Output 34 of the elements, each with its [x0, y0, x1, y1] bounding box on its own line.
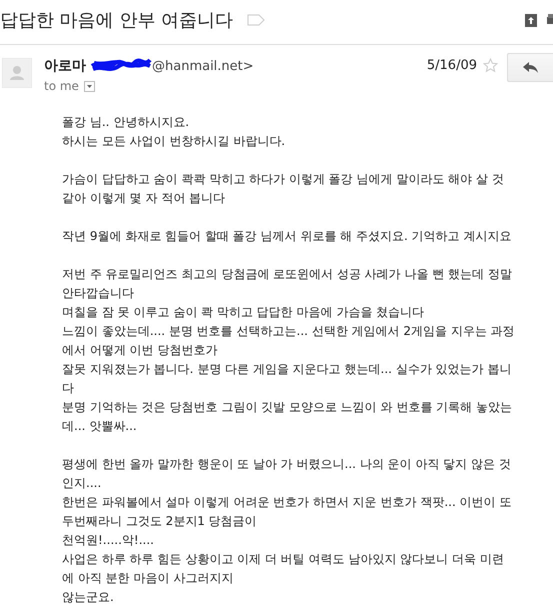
reply-icon [522, 62, 538, 74]
body-text-line: 느낌이 좋았는데.... 분명 번호를 선택하고는... 선택한 게임에서 2게임을 지우는 과정 [62, 323, 515, 340]
sender-email: @hanmail.net> [152, 58, 254, 74]
dropdown-icon[interactable] [84, 80, 95, 92]
body-text-line: 저번 주 유로밀리언즈 최고의 당첨금에 로또윈에서 성공 사례가 나올 뻔 했는데 정말 [62, 266, 512, 283]
reply-button[interactable] [507, 53, 553, 82]
email-date: 5/16/09 [426, 58, 477, 73]
body-text-line: 두번째라니 그것도 2분지1 당첨금이 [62, 513, 257, 530]
body-text-line: 잘못 지워졌는가 봅니다. 분명 다른 게임을 지운다고 했는데... 실수가 있었는가 봅니 [62, 361, 512, 378]
body-text-line: 인지.... [62, 475, 102, 492]
avatar-icon [2, 58, 32, 88]
body-text-line: 하시는 모든 사업이 번창하시길 바랍니다. [62, 133, 286, 150]
body-text-line: 사업은 하루 하루 힘든 상황이고 이제 더 버틸 여력도 남아있지 않다보니 더욱 미련 [62, 551, 504, 568]
body-text-line: 안타깝습니다 [62, 285, 134, 302]
recipient-label: to me [44, 79, 79, 93]
sender-name: 아로마 [44, 57, 86, 75]
printer-icon[interactable] [547, 14, 553, 26]
body-text-line: 며칠을 잠 못 이루고 숨이 콱 막히고 답답한 마음에 가슴을 쳤습니다 [62, 304, 424, 321]
body-text-line: 같아 이렇게 몇 자 적어 봅니다 [62, 190, 226, 207]
body-text-line: 한번은 파워볼에서 설마 이렇게 어려운 번호가 하면서 지운 번호가 잭팟... 이번이 또 [62, 494, 512, 511]
body-text-line: 에 아직 분한 마음이 사그러지지 [62, 570, 234, 587]
star-icon[interactable] [483, 58, 498, 73]
body-text-line: 에서 어떻게 이번 당첨번호가 [62, 342, 218, 359]
body-text-line: 않는군요. [62, 589, 114, 606]
body-text-line: 다 [62, 380, 74, 397]
body-text-line: 데... 앗뿔싸... [62, 418, 137, 435]
body-text-line: 가슴이 답답하고 숨이 콱콱 막히고 하다가 이렇게 폴강 님에게 말이라도 해야 살 것 [62, 171, 504, 188]
email-subject: 답답한 마음에 안부 여줍니다 [0, 9, 234, 32]
body-text-line: 천억원!.....악!.... [62, 532, 154, 549]
body-text-line: 분명 기억하는 것은 당첨번호 그림이 깃발 모양으로 느낌이 와 번호를 기록해 놓았는 [62, 399, 512, 416]
body-text-line: 평생에 한번 올까 말까한 행운이 또 날아 가 버렸으니... 나의 운이 아직 닿지 않은 것 [62, 456, 511, 473]
body-text-line: 작년 9월에 화재로 힘들어 할때 폴강 님께서 위로를 해 주셨지요. 기억하고 계시지요 [62, 228, 512, 245]
archive-icon[interactable] [525, 14, 537, 26]
body-text-line: 폴강 님.. 안녕하시지요. [62, 114, 190, 131]
